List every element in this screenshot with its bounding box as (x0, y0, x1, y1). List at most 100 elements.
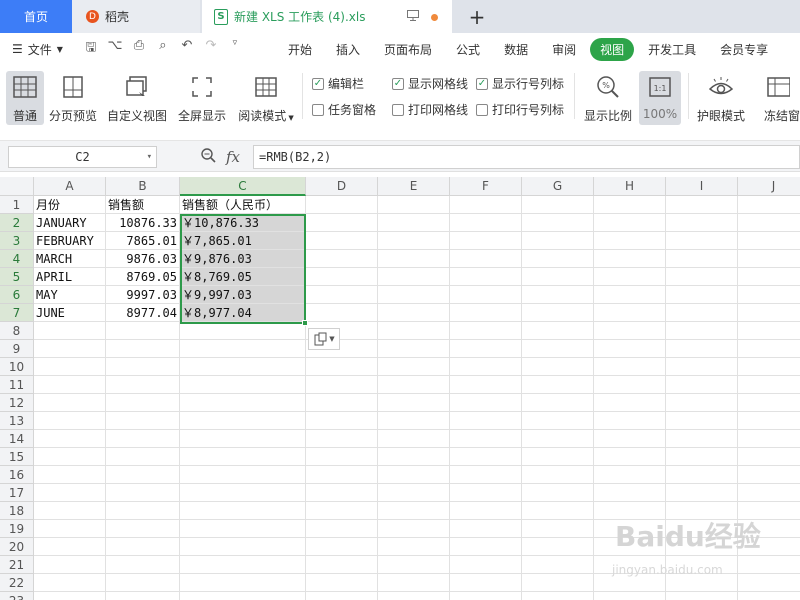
grid-cell[interactable] (306, 376, 378, 394)
grid-cell[interactable] (522, 448, 594, 466)
grid-cell[interactable] (594, 322, 666, 340)
grid-cell[interactable] (738, 592, 800, 600)
select-all-corner[interactable] (0, 177, 34, 196)
grid-cell[interactable] (738, 304, 800, 322)
grid-cell[interactable] (306, 268, 378, 286)
grid-cell[interactable] (738, 322, 800, 340)
edit-bar-checkbox[interactable]: ✓ 编辑栏 (312, 75, 364, 92)
grid-cell[interactable] (522, 286, 594, 304)
grid-cell[interactable] (180, 448, 306, 466)
column-header[interactable]: A (34, 177, 106, 196)
grid-cell[interactable] (450, 538, 522, 556)
grid-cell[interactable] (378, 574, 450, 592)
data-cell[interactable]: 8977.04 (106, 304, 180, 322)
grid-cell[interactable] (34, 412, 106, 430)
column-header[interactable]: D (306, 177, 378, 196)
grid-cell[interactable] (738, 394, 800, 412)
grid-cell[interactable] (594, 412, 666, 430)
print-icon[interactable]: ⎙ (131, 38, 147, 60)
data-cell[interactable]: 7865.01 (106, 232, 180, 250)
grid-cell[interactable] (738, 358, 800, 376)
show-headers-checkbox[interactable]: ✓ 显示行号列标 (476, 75, 564, 92)
grid-cell[interactable] (306, 394, 378, 412)
grid-cell[interactable] (666, 286, 738, 304)
grid-cell[interactable] (306, 502, 378, 520)
row-header[interactable]: 23 (0, 592, 34, 600)
grid-cell[interactable] (106, 412, 180, 430)
name-box[interactable]: C2 ▾ (8, 146, 157, 168)
grid-cell[interactable] (34, 502, 106, 520)
grid-cell[interactable] (450, 466, 522, 484)
grid-cell[interactable] (450, 412, 522, 430)
grid-cell[interactable] (522, 520, 594, 538)
row-header[interactable]: 20 (0, 538, 34, 556)
grid-cell[interactable] (306, 520, 378, 538)
grid-cell[interactable] (738, 286, 800, 304)
zoom-button[interactable]: % 显示比例 (582, 71, 634, 125)
grid-cell[interactable] (180, 520, 306, 538)
grid-cell[interactable] (106, 574, 180, 592)
data-cell[interactable]: 9997.03 (106, 286, 180, 304)
grid-cell[interactable] (594, 448, 666, 466)
customize-toolbar-icon[interactable]: ▿ (227, 38, 243, 60)
grid-cell[interactable] (522, 376, 594, 394)
tab-data[interactable]: 数据 (492, 41, 540, 58)
grid-cell[interactable] (378, 520, 450, 538)
row-header[interactable]: 3 (0, 232, 34, 250)
tab-developer[interactable]: 开发工具 (636, 41, 708, 58)
grid-cell[interactable] (34, 430, 106, 448)
grid-cell[interactable] (180, 340, 306, 358)
grid-cell[interactable] (180, 394, 306, 412)
grid-cell[interactable] (522, 466, 594, 484)
grid-cell[interactable] (180, 538, 306, 556)
tab-document[interactable]: S 新建 XLS 工作表 (4).xls (202, 0, 452, 33)
grid-cell[interactable] (378, 232, 450, 250)
grid-cell[interactable] (180, 376, 306, 394)
grid-cell[interactable] (378, 394, 450, 412)
grid-cell[interactable] (666, 430, 738, 448)
grid-cell[interactable] (378, 430, 450, 448)
grid-cell[interactable] (34, 340, 106, 358)
row-header[interactable]: 19 (0, 520, 34, 538)
tab-page-layout[interactable]: 页面布局 (372, 41, 444, 58)
redo-icon[interactable]: ↷ (203, 38, 219, 60)
row-header[interactable]: 10 (0, 358, 34, 376)
grid-cell[interactable] (306, 592, 378, 600)
grid-cell[interactable] (106, 322, 180, 340)
grid-cell[interactable] (450, 196, 522, 214)
undo-icon[interactable]: ↶ (179, 38, 195, 60)
grid-cell[interactable] (450, 430, 522, 448)
data-cell[interactable]: FEBRUARY (34, 232, 106, 250)
grid-cell[interactable] (378, 538, 450, 556)
grid-cell[interactable] (666, 484, 738, 502)
grid-cell[interactable] (306, 574, 378, 592)
grid-cell[interactable] (180, 556, 306, 574)
grid-cell[interactable] (666, 196, 738, 214)
grid-cell[interactable] (378, 214, 450, 232)
grid-cell[interactable] (738, 268, 800, 286)
tab-review[interactable]: 审阅 (540, 41, 588, 58)
grid-cell[interactable] (34, 358, 106, 376)
tab-start[interactable]: 开始 (276, 41, 324, 58)
grid-cell[interactable] (666, 322, 738, 340)
grid-cell[interactable] (378, 268, 450, 286)
column-header[interactable]: H (594, 177, 666, 196)
column-header[interactable]: E (378, 177, 450, 196)
grid-cell[interactable] (450, 322, 522, 340)
grid-cell[interactable] (594, 214, 666, 232)
print-headers-checkbox[interactable]: 打印行号列标 (476, 101, 564, 118)
row-header[interactable]: 22 (0, 574, 34, 592)
grid-cell[interactable] (594, 268, 666, 286)
grid-cell[interactable] (106, 430, 180, 448)
grid-cell[interactable] (594, 394, 666, 412)
grid-cell[interactable] (666, 250, 738, 268)
print-gridlines-checkbox[interactable]: 打印网格线 (392, 101, 468, 118)
data-cell[interactable]: 销售额（人民币） (180, 196, 306, 214)
column-header[interactable]: I (666, 177, 738, 196)
grid-cell[interactable] (666, 592, 738, 600)
grid-cell[interactable] (450, 286, 522, 304)
grid-cell[interactable] (378, 358, 450, 376)
grid-cell[interactable] (666, 268, 738, 286)
freeze-panes-button[interactable]: 冻结窗 (764, 71, 800, 125)
grid-cell[interactable] (306, 286, 378, 304)
